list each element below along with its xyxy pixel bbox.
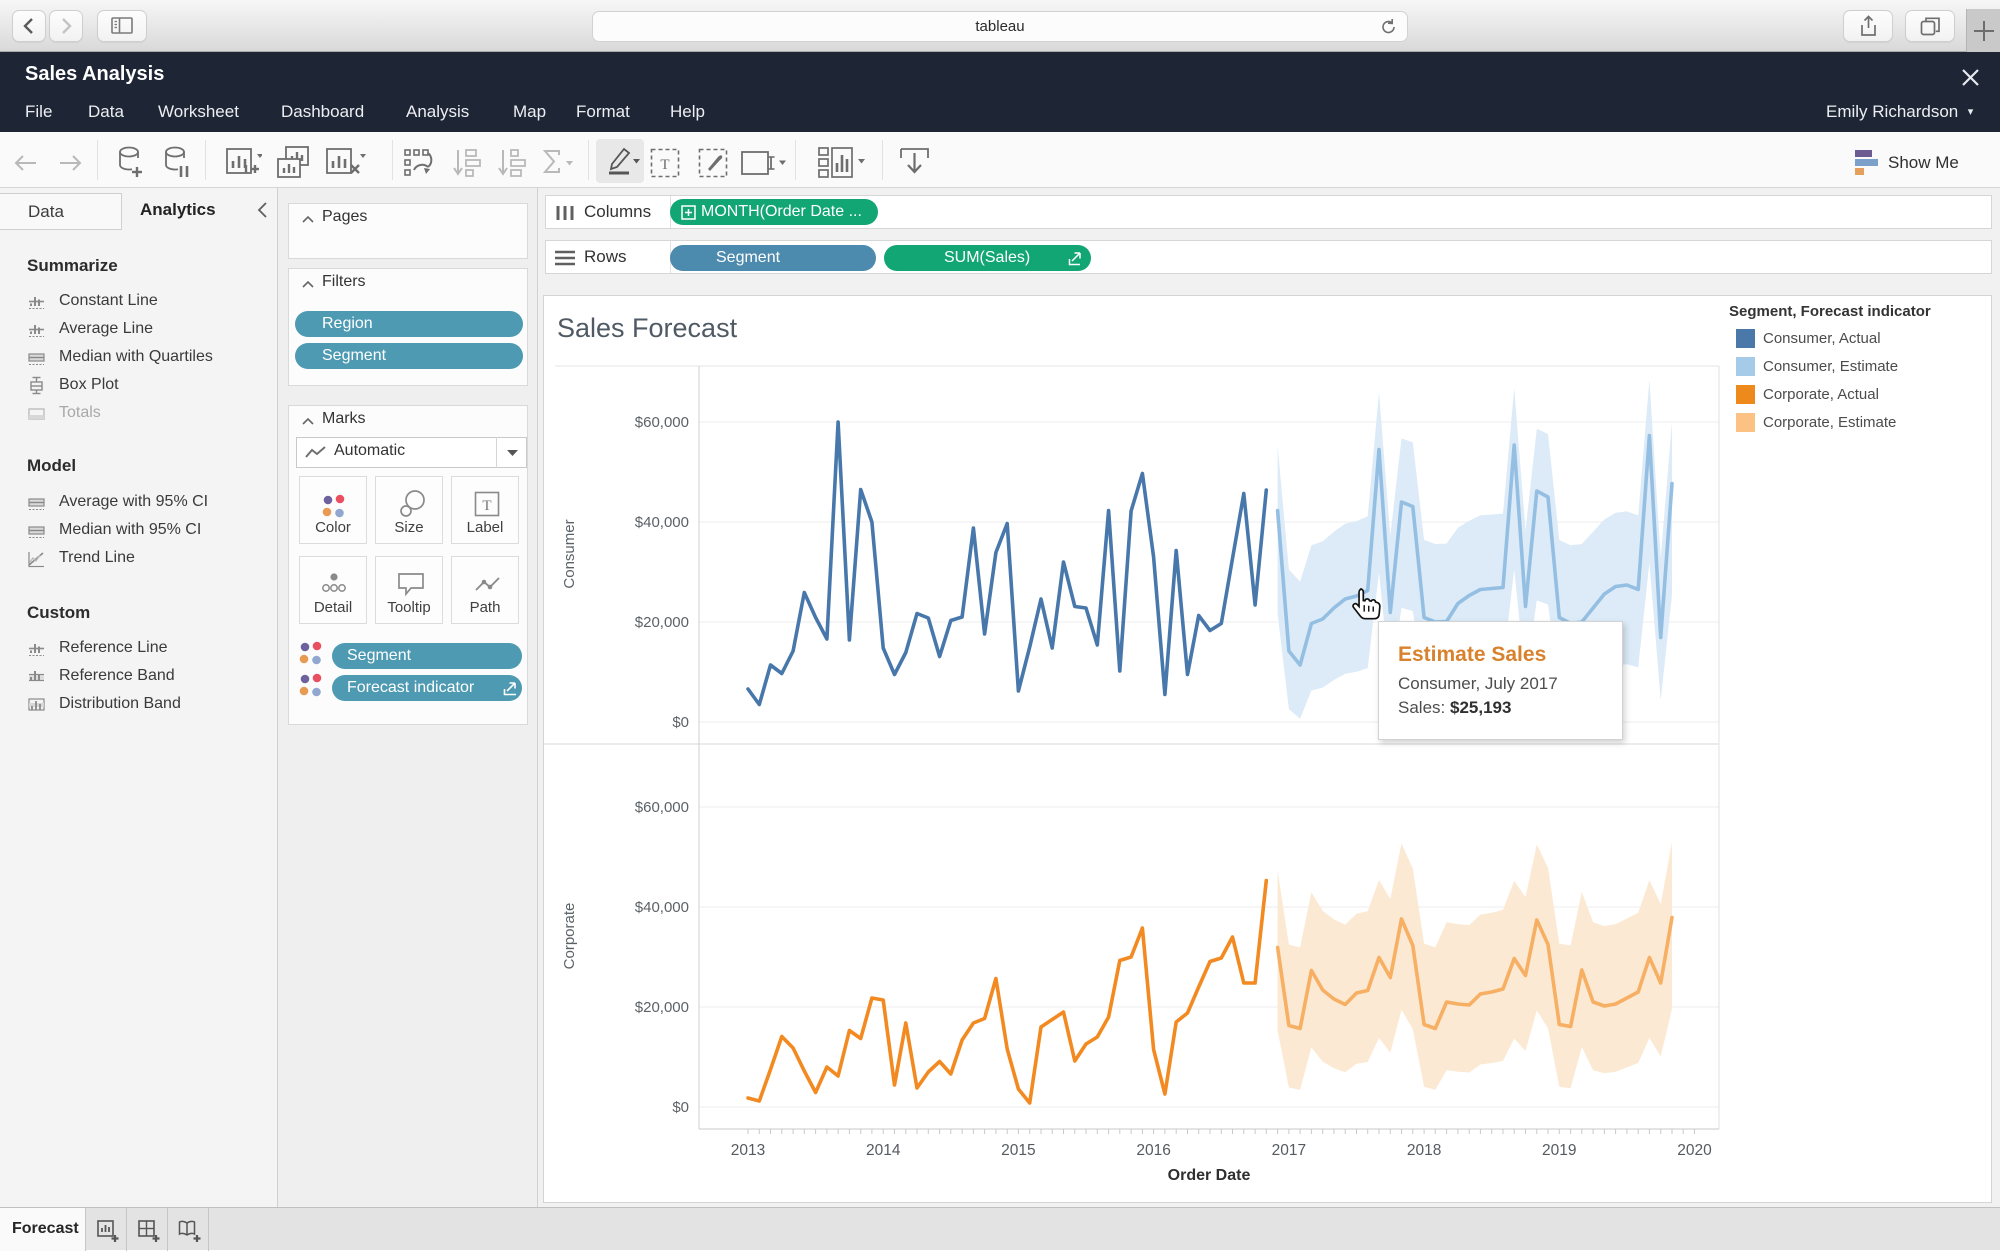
svg-text:2015: 2015: [1001, 1142, 1035, 1159]
svg-text:$60,000: $60,000: [635, 799, 689, 816]
svg-text:$20,000: $20,000: [635, 614, 689, 631]
svg-text:2013: 2013: [731, 1142, 765, 1159]
svg-text:Consumer: Consumer: [561, 519, 578, 588]
svg-text:$40,000: $40,000: [635, 899, 689, 916]
svg-text:$60,000: $60,000: [635, 414, 689, 431]
svg-text:$0: $0: [672, 1099, 689, 1116]
svg-text:2019: 2019: [1542, 1142, 1576, 1159]
svg-text:2014: 2014: [866, 1142, 901, 1159]
svg-text:2016: 2016: [1136, 1142, 1170, 1159]
svg-text:2020: 2020: [1677, 1142, 1712, 1159]
svg-text:2018: 2018: [1407, 1142, 1441, 1159]
svg-text:$0: $0: [672, 714, 689, 731]
svg-text:2017: 2017: [1272, 1142, 1306, 1159]
svg-text:Corporate: Corporate: [561, 903, 578, 970]
svg-text:$40,000: $40,000: [635, 514, 689, 531]
svg-text:Order Date: Order Date: [1168, 1167, 1251, 1184]
svg-text:$20,000: $20,000: [635, 999, 689, 1016]
svg-text:T: T: [660, 157, 669, 173]
svg-text:T: T: [482, 498, 491, 514]
